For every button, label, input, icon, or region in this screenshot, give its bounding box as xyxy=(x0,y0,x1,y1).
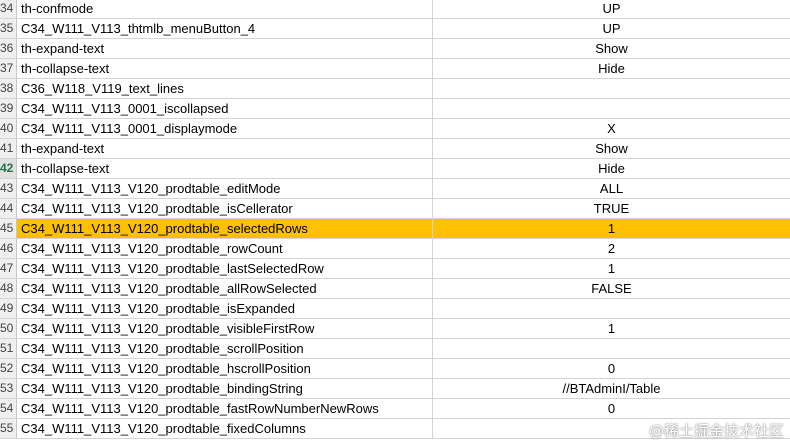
row-header[interactable]: 52 xyxy=(0,359,17,378)
cell-name[interactable]: th-collapse-text xyxy=(17,159,433,178)
sheet-row[interactable]: 49 C34_W111_V113_V120_prodtable_isExpand… xyxy=(0,299,790,319)
cell-name[interactable]: th-collapse-text xyxy=(17,59,433,78)
cell-value-highlighted[interactable]: 1 xyxy=(433,219,790,238)
cell-name[interactable]: C34_W111_V113_0001_displaymode xyxy=(17,119,433,138)
sheet-row[interactable]: 53 C34_W111_V113_V120_prodtable_bindingS… xyxy=(0,379,790,399)
row-header[interactable]: 38 xyxy=(0,79,17,98)
row-header[interactable]: 49 xyxy=(0,299,17,318)
row-header[interactable]: 37 xyxy=(0,59,17,78)
cell-value[interactable]: X xyxy=(433,119,790,138)
row-header[interactable]: 53 xyxy=(0,379,17,398)
sheet-row[interactable]: 35 C34_W111_V113_thtmlb_menuButton_4 UP xyxy=(0,19,790,39)
cell-name[interactable]: C34_W111_V113_V120_prodtable_fixedColumn… xyxy=(17,419,433,438)
cell-value[interactable] xyxy=(433,79,790,98)
cell-name[interactable]: C34_W111_V113_V120_prodtable_fastRowNumb… xyxy=(17,399,433,418)
sheet-row[interactable]: 47 C34_W111_V113_V120_prodtable_lastSele… xyxy=(0,259,790,279)
sheet-row[interactable]: 51 C34_W111_V113_V120_prodtable_scrollPo… xyxy=(0,339,790,359)
row-header[interactable]: 47 xyxy=(0,259,17,278)
row-header[interactable]: 50 xyxy=(0,319,17,338)
cell-value[interactable]: Hide xyxy=(433,159,790,178)
cell-value[interactable]: 1 xyxy=(433,319,790,338)
sheet-row[interactable]: 36 th-expand-text Show xyxy=(0,39,790,59)
site-watermark: @稀土掘金技术社区 xyxy=(648,422,784,440)
sheet-row-highlighted[interactable]: 45 C34_W111_V113_V120_prodtable_selected… xyxy=(0,219,790,239)
sheet-row[interactable]: 48 C34_W111_V113_V120_prodtable_allRowSe… xyxy=(0,279,790,299)
cell-value[interactable] xyxy=(433,99,790,118)
cell-name[interactable]: C34_W111_V113_V120_prodtable_allRowSelec… xyxy=(17,279,433,298)
row-header[interactable]: 36 xyxy=(0,39,17,58)
cell-value[interactable]: 2 xyxy=(433,239,790,258)
row-header[interactable]: 34 xyxy=(0,0,17,18)
sheet-row[interactable]: 46 C34_W111_V113_V120_prodtable_rowCount… xyxy=(0,239,790,259)
cell-value[interactable]: Show xyxy=(433,139,790,158)
row-header[interactable]: 46 xyxy=(0,239,17,258)
cell-name[interactable]: C34_W111_V113_V120_prodtable_isExpanded xyxy=(17,299,433,318)
row-header[interactable]: 51 xyxy=(0,339,17,358)
cell-name[interactable]: C34_W111_V113_V120_prodtable_isCellerato… xyxy=(17,199,433,218)
cell-name[interactable]: th-expand-text xyxy=(17,139,433,158)
cell-name-highlighted[interactable]: C34_W111_V113_V120_prodtable_selectedRow… xyxy=(17,219,433,238)
cell-value[interactable]: Hide xyxy=(433,59,790,78)
spreadsheet-grid: 34 th-confmode UP 35 C34_W111_V113_thtml… xyxy=(0,0,790,439)
cell-value[interactable]: FALSE xyxy=(433,279,790,298)
cell-name[interactable]: th-expand-text xyxy=(17,39,433,58)
row-header[interactable]: 54 xyxy=(0,399,17,418)
row-header[interactable]: 44 xyxy=(0,199,17,218)
sheet-row[interactable]: 44 C34_W111_V113_V120_prodtable_isCeller… xyxy=(0,199,790,219)
sheet-row[interactable]: 38 C36_W118_V119_text_lines xyxy=(0,79,790,99)
row-header[interactable]: 41 xyxy=(0,139,17,158)
cell-name[interactable]: C34_W111_V113_V120_prodtable_hscrollPosi… xyxy=(17,359,433,378)
cell-value[interactable]: UP xyxy=(433,0,790,18)
cell-name[interactable]: C34_W111_V113_V120_prodtable_lastSelecte… xyxy=(17,259,433,278)
row-header[interactable]: 39 xyxy=(0,99,17,118)
cell-name[interactable]: C34_W111_V113_thtmlb_menuButton_4 xyxy=(17,19,433,38)
cell-name[interactable]: C34_W111_V113_0001_iscollapsed xyxy=(17,99,433,118)
cell-value[interactable] xyxy=(433,299,790,318)
cell-name[interactable]: C34_W111_V113_V120_prodtable_visibleFirs… xyxy=(17,319,433,338)
cell-name[interactable]: th-confmode xyxy=(17,0,433,18)
cell-value[interactable]: 1 xyxy=(433,259,790,278)
row-header-active[interactable]: 42 xyxy=(0,159,17,178)
cell-name[interactable]: C34_W111_V113_V120_prodtable_editMode xyxy=(17,179,433,198)
row-header[interactable]: 55 xyxy=(0,419,17,438)
sheet-row[interactable]: 39 C34_W111_V113_0001_iscollapsed xyxy=(0,99,790,119)
sheet-row[interactable]: 41 th-expand-text Show xyxy=(0,139,790,159)
cell-name[interactable]: C34_W111_V113_V120_prodtable_rowCount xyxy=(17,239,433,258)
cell-name[interactable]: C34_W111_V113_V120_prodtable_scrollPosit… xyxy=(17,339,433,358)
sheet-row[interactable]: 40 C34_W111_V113_0001_displaymode X xyxy=(0,119,790,139)
cell-value[interactable]: TRUE xyxy=(433,199,790,218)
cell-value[interactable]: ALL xyxy=(433,179,790,198)
cell-value[interactable]: //BTAdminI/Table xyxy=(433,379,790,398)
cell-value[interactable]: Show xyxy=(433,39,790,58)
row-header[interactable]: 40 xyxy=(0,119,17,138)
cell-name[interactable]: C36_W118_V119_text_lines xyxy=(17,79,433,98)
cell-value[interactable]: 0 xyxy=(433,359,790,378)
cell-value[interactable]: UP xyxy=(433,19,790,38)
row-header[interactable]: 35 xyxy=(0,19,17,38)
sheet-row-active[interactable]: 42 th-collapse-text Hide xyxy=(0,159,790,179)
sheet-row[interactable]: 34 th-confmode UP xyxy=(0,0,790,19)
cell-value[interactable] xyxy=(433,339,790,358)
row-header[interactable]: 45 xyxy=(0,219,17,238)
row-header[interactable]: 48 xyxy=(0,279,17,298)
sheet-row[interactable]: 50 C34_W111_V113_V120_prodtable_visibleF… xyxy=(0,319,790,339)
sheet-row[interactable]: 52 C34_W111_V113_V120_prodtable_hscrollP… xyxy=(0,359,790,379)
sheet-row[interactable]: 37 th-collapse-text Hide xyxy=(0,59,790,79)
sheet-row[interactable]: 54 C34_W111_V113_V120_prodtable_fastRowN… xyxy=(0,399,790,419)
cell-value[interactable]: 0 xyxy=(433,399,790,418)
sheet-row[interactable]: 43 C34_W111_V113_V120_prodtable_editMode… xyxy=(0,179,790,199)
cell-name[interactable]: C34_W111_V113_V120_prodtable_bindingStri… xyxy=(17,379,433,398)
row-header[interactable]: 43 xyxy=(0,179,17,198)
